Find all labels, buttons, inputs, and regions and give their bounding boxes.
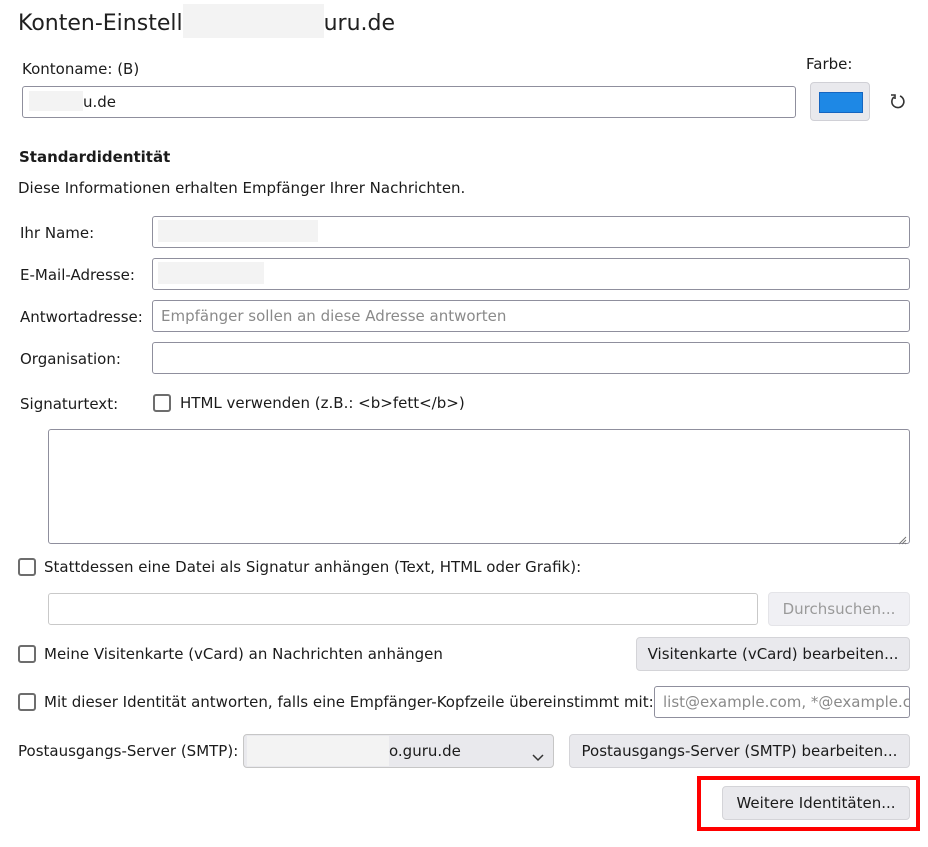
- redacted-block: [182, 4, 324, 38]
- your-name-input[interactable]: [152, 216, 910, 248]
- vcard-checkbox[interactable]: [18, 645, 36, 663]
- identity-description: Diese Informationen erhalten Empfänger I…: [18, 179, 466, 197]
- reset-icon[interactable]: [888, 92, 908, 112]
- reply-match-label: Mit dieser Identität antworten, falls ei…: [44, 693, 654, 711]
- attach-signature-label: Stattdessen eine Datei als Signatur anhä…: [44, 558, 582, 576]
- html-checkbox[interactable]: [153, 394, 171, 412]
- html-checkbox-label: HTML verwenden (z.B.: <b>fett</b>): [180, 394, 465, 412]
- edit-vcard-button[interactable]: Visitenkarte (vCard) bearbeiten...: [636, 637, 910, 671]
- account-name-value: u.de: [83, 93, 117, 111]
- redacted-block: [158, 220, 318, 242]
- more-identities-button[interactable]: Weitere Identitäten...: [722, 786, 910, 820]
- your-name-label: Ihr Name:: [20, 224, 95, 242]
- vcard-label: Meine Visitenkarte (vCard) an Nachrichte…: [44, 645, 443, 663]
- page-title-prefix: Konten-Einstell: [18, 11, 183, 36]
- color-picker-button[interactable]: [810, 82, 870, 121]
- resize-grip-icon[interactable]: [897, 531, 907, 545]
- reply-to-label: Antwortadresse:: [20, 308, 143, 326]
- organization-input[interactable]: [152, 342, 910, 374]
- smtp-select[interactable]: o.guru.de: [243, 734, 554, 768]
- signature-textarea[interactable]: [48, 429, 910, 545]
- attach-signature-checkbox[interactable]: [18, 558, 36, 576]
- chevron-down-icon: [531, 744, 545, 762]
- page-title: Konten-Einstell uru.de: [18, 4, 395, 38]
- redacted-block: [29, 91, 83, 111]
- signature-file-input[interactable]: [48, 593, 758, 625]
- account-name-label: Kontoname: (B): [22, 60, 140, 78]
- page-title-suffix: uru.de: [323, 11, 396, 36]
- redacted-block: [247, 736, 389, 766]
- smtp-label: Postausgangs-Server (SMTP):: [18, 742, 239, 760]
- signature-label: Signaturtext:: [20, 395, 119, 413]
- reply-to-input[interactable]: Empfänger sollen an diese Adresse antwor…: [152, 300, 910, 332]
- browse-button[interactable]: Durchsuchen...: [768, 592, 910, 626]
- section-heading-identity: Standardidentität: [19, 148, 171, 166]
- account-name-input[interactable]: u.de: [22, 86, 796, 118]
- organization-label: Organisation:: [20, 350, 121, 368]
- redacted-block: [158, 262, 264, 284]
- smtp-selected-value: o.guru.de: [389, 742, 461, 760]
- color-label: Farbe:: [806, 55, 853, 73]
- reply-match-checkbox[interactable]: [18, 693, 36, 711]
- reply-match-input[interactable]: list@example.com, *@example.com: [654, 686, 910, 718]
- color-swatch: [819, 92, 863, 113]
- email-input[interactable]: [152, 258, 910, 290]
- edit-smtp-button[interactable]: Postausgangs-Server (SMTP) bearbeiten...: [569, 734, 910, 768]
- email-label: E-Mail-Adresse:: [20, 266, 135, 284]
